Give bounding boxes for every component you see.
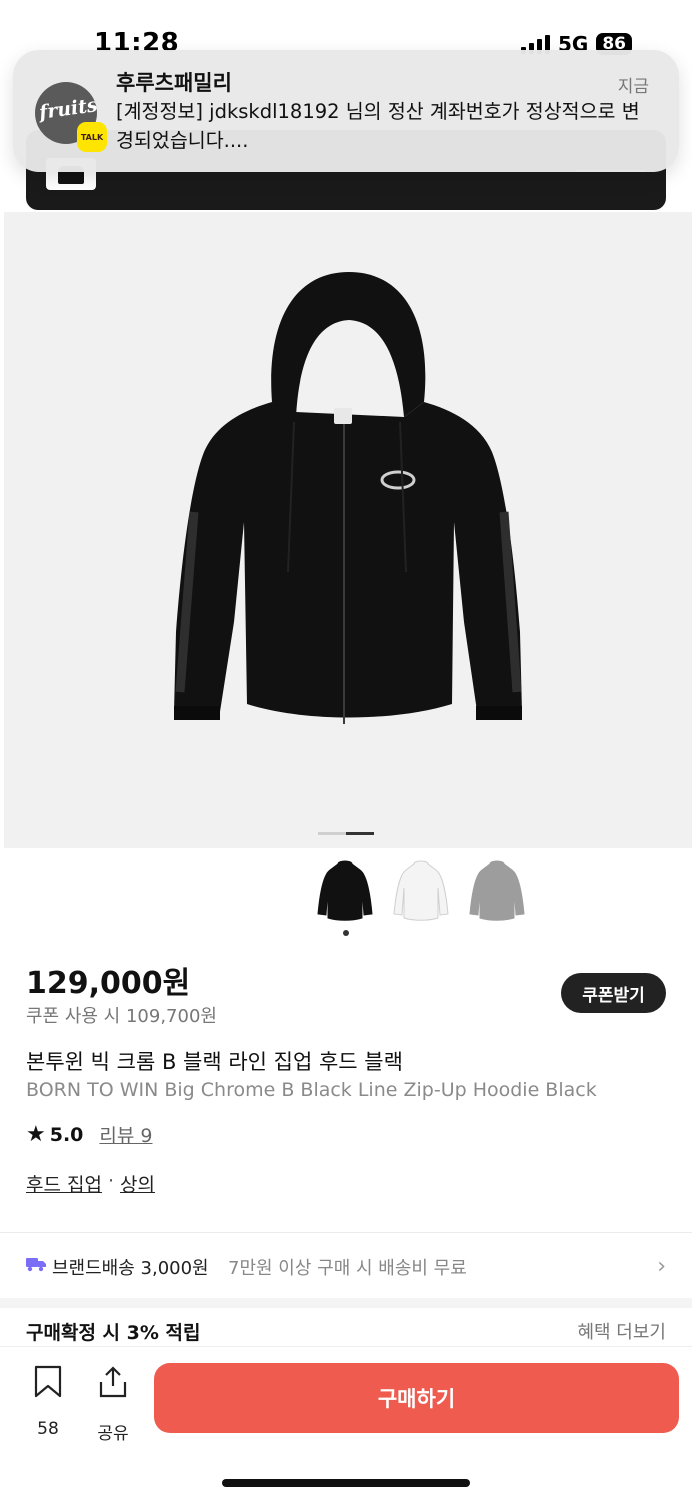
rating: ★ 5.0 리뷰 9 [26, 1121, 153, 1148]
avatar-logo: fruits [37, 94, 97, 124]
page-indicator-segment [318, 832, 346, 835]
points-info: 구매확정 시 3% 적립 [26, 1322, 201, 1344]
page-indicator-segment [346, 832, 374, 835]
kakaotalk-badge-icon: TALK [77, 122, 107, 152]
image-page-indicator [318, 832, 374, 835]
section-divider [0, 1298, 692, 1308]
home-indicator [222, 1479, 470, 1487]
share-button[interactable]: 공유 [92, 1365, 134, 1444]
truck-icon [26, 1258, 46, 1272]
rating-value: 5.0 [49, 1123, 84, 1146]
notification-message: [계정정보] jdkskdl18192 님의 정산 계좌번호가 정상적으로 변경… [116, 100, 640, 152]
color-option-gray-hoodie[interactable] [468, 858, 526, 924]
notification-title: 후루츠패밀리 [116, 71, 232, 95]
shipping-info-row[interactable]: 브랜드배송 3,000원 7만원 이상 구매 시 배송비 무료 › [0, 1234, 692, 1296]
divider [0, 1232, 692, 1233]
share-icon [99, 1366, 127, 1398]
bookmark-icon [34, 1365, 62, 1398]
product-name-korean: 본투윈 빅 크롬 B 블랙 라인 집업 후드 블랙 [26, 1050, 403, 1074]
product-price: 129,000원 [26, 966, 191, 1001]
color-option-white-hoodie[interactable] [392, 858, 450, 924]
more-benefits-link[interactable]: 혜택 더보기 [577, 1318, 666, 1344]
star-icon: ★ [26, 1122, 46, 1147]
notification-time: 지금 [617, 77, 649, 97]
hoodie-illustration [174, 272, 522, 724]
product-name-english: BORN TO WIN Big Chrome B Black Line Zip-… [26, 1079, 597, 1101]
coupon-price: 쿠폰 사용 시 109,700원 [26, 1006, 217, 1027]
color-option-black-hoodie[interactable] [316, 858, 374, 924]
selected-color-dot [343, 930, 349, 936]
chevron-right-icon: › [657, 1254, 666, 1279]
bookmark-count: 58 [37, 1419, 59, 1439]
buy-button[interactable]: 구매하기 [154, 1363, 679, 1433]
bottom-action-bar: 58 공유 구매하기 [0, 1346, 692, 1500]
category-link-tops[interactable]: 상의 [120, 1170, 155, 1197]
kakaotalk-notification[interactable]: fruits TALK 후루츠패밀리 지금 [계정정보] jdkskdl1819… [13, 50, 679, 172]
category-breadcrumb: 후드 집업 · 상의 [26, 1170, 155, 1197]
review-link[interactable]: 리뷰 9 [99, 1121, 152, 1148]
share-label: 공유 [97, 1424, 129, 1444]
free-shipping-note: 7만원 이상 구매 시 배송비 무료 [228, 1258, 467, 1279]
color-options [316, 858, 526, 924]
category-separator: · [107, 1170, 115, 1192]
shipping-fee: 브랜드배송 3,000원 [52, 1258, 209, 1279]
product-image[interactable] [4, 212, 692, 848]
category-link-hood-zipup[interactable]: 후드 집업 [26, 1170, 102, 1197]
get-coupon-button[interactable]: 쿠폰받기 [561, 973, 666, 1013]
bookmark-button[interactable]: 58 [28, 1365, 68, 1439]
